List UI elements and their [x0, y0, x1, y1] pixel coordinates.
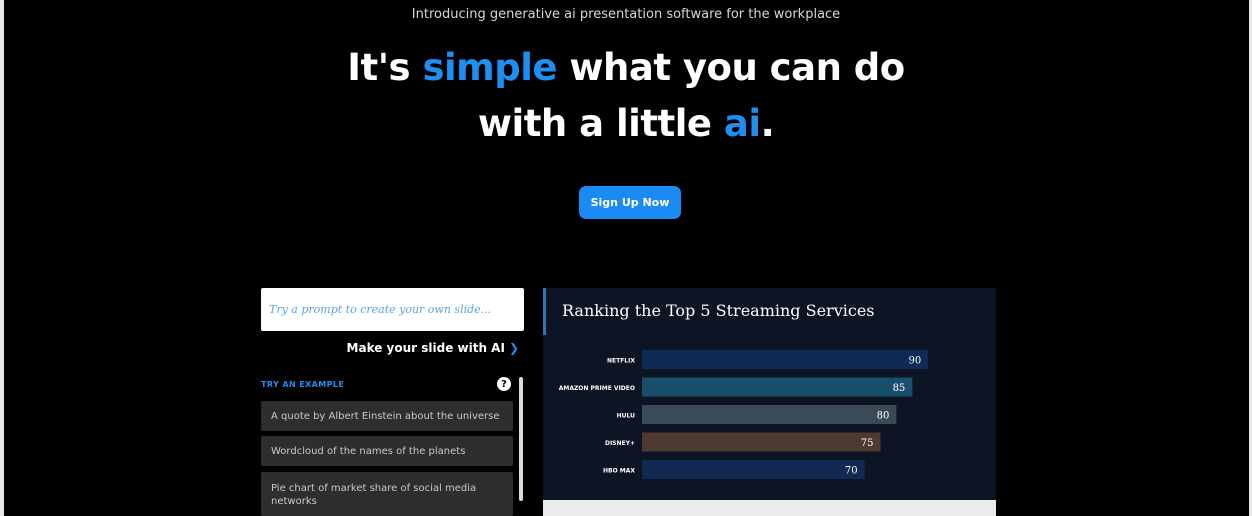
sign-up-button[interactable]: Sign Up Now: [579, 186, 681, 219]
bar-category-label: AMAZON PRIME VIDEO: [559, 385, 635, 392]
bar-category-label: HULU: [617, 413, 636, 420]
bar-category-label: HBO MAX: [603, 468, 635, 475]
make-slide-button[interactable]: Make your slide with AI ❯: [261, 341, 519, 355]
prompt-input[interactable]: [261, 288, 524, 331]
hero-intro-text: Introducing generative ai presentation s…: [411, 7, 841, 22]
hero-title-part3: with a little: [477, 102, 724, 145]
make-slide-label: Make your slide with AI: [346, 341, 505, 355]
example-item-einstein-quote[interactable]: A quote by Albert Einstein about the uni…: [261, 401, 513, 431]
chevron-right-icon: ❯: [508, 341, 519, 355]
bar-value-label: 85: [893, 383, 906, 394]
bar-value-label: 70: [845, 466, 858, 477]
hero-title-part4: .: [760, 102, 775, 145]
next-slide-preview: [543, 500, 996, 516]
bar-value-label: 80: [877, 411, 890, 422]
bar-category-label: DISNEY+: [605, 440, 635, 447]
bar: [642, 377, 913, 397]
bar: [642, 350, 929, 369]
hero-title-highlight-simple: simple: [422, 46, 557, 89]
streaming-bar-chart: NETFLIX 90 AMAZON PRIME VIDEO 85 HULU 80 DISNE…: [559, 350, 929, 479]
bar-value-label: 90: [908, 356, 921, 367]
bar: [642, 405, 897, 424]
hero-title-highlight-ai: ai: [723, 102, 761, 145]
bar: [642, 460, 865, 479]
bar-category-label: NETFLIX: [607, 358, 635, 365]
help-icon[interactable]: ?: [497, 377, 511, 391]
example-item-social-pie-chart[interactable]: Pie chart of market share of social medi…: [261, 472, 513, 516]
example-item-planets-wordcloud[interactable]: Wordcloud of the names of the planets: [261, 436, 513, 466]
examples-heading: TRY AN EXAMPLE: [261, 380, 345, 389]
hero-title: It's simple what you can do with a littl…: [0, 40, 1252, 152]
hero-title-part1: It's: [347, 46, 423, 89]
bar: [642, 432, 881, 452]
bar-value-label: 75: [861, 438, 874, 449]
examples-scrollbar[interactable]: [519, 377, 523, 501]
hero-title-part2: what you can do: [556, 46, 905, 89]
slide-preview: Ranking the Top 5 Streaming Services NET…: [543, 288, 996, 500]
